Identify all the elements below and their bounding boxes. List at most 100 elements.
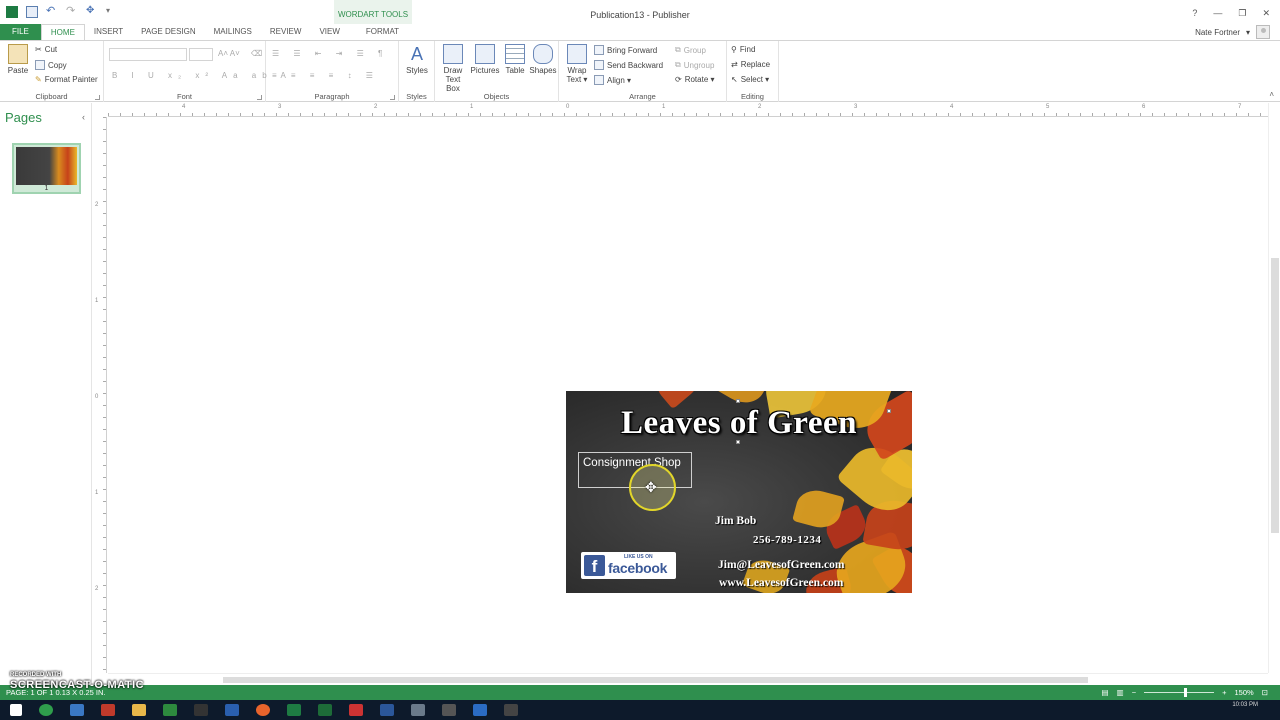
app-icon[interactable] xyxy=(411,704,425,716)
contact-name[interactable]: Jim Bob xyxy=(715,515,756,527)
app-icon[interactable] xyxy=(473,704,487,716)
restore-button[interactable]: ❐ xyxy=(1238,8,1246,19)
font-launcher-icon[interactable] xyxy=(257,95,262,100)
tab-view[interactable]: VIEW xyxy=(310,24,348,40)
send-backward-button[interactable]: Send Backward xyxy=(594,60,663,70)
business-card[interactable]: Leaves of Green Consignment Shop Jim Bob… xyxy=(566,391,912,593)
app-icon[interactable] xyxy=(442,704,456,716)
user-account[interactable]: Nate Fortner ▾ xyxy=(1195,24,1270,40)
font-style-buttons[interactable]: B I U x₂ x² Aa ab A xyxy=(112,71,292,80)
page-thumbnail[interactable]: 1 xyxy=(12,143,81,194)
vertical-scrollbar[interactable] xyxy=(1268,103,1280,673)
avatar[interactable] xyxy=(1256,25,1270,39)
app-icon[interactable] xyxy=(349,704,363,716)
replace-button[interactable]: ⇄ Replace xyxy=(731,60,770,69)
selection-handle[interactable] xyxy=(736,399,740,403)
tab-format[interactable]: FORMAT xyxy=(357,24,408,40)
ruler-tick xyxy=(144,113,145,116)
app-icon[interactable] xyxy=(101,704,115,716)
two-page-view-icon[interactable]: ▥ xyxy=(1117,688,1124,697)
editing-group: ⚲ Find ⇄ Replace ↖ Select ▾ Editing xyxy=(727,41,779,102)
ruler-tick xyxy=(132,113,133,116)
horizontal-scrollbar[interactable] xyxy=(108,673,1268,685)
start-icon[interactable] xyxy=(10,704,22,716)
arrange-group: Wrap Text ▾ Bring Forward Send Backward … xyxy=(559,41,727,102)
format-painter-label: Format Painter xyxy=(44,75,98,84)
paste-button[interactable]: Paste xyxy=(3,44,33,75)
tab-mailings[interactable]: MAILINGS xyxy=(205,24,261,40)
zoom-slider-knob[interactable] xyxy=(1184,688,1188,697)
zoom-out-button[interactable]: − xyxy=(1132,688,1136,697)
paragraph-label: Paragraph xyxy=(314,92,350,101)
tab-review[interactable]: REVIEW xyxy=(261,24,311,40)
app-icon[interactable] xyxy=(194,704,208,716)
horizontal-scroll-thumb[interactable] xyxy=(223,677,1088,683)
ruler-label: 2 xyxy=(374,104,378,110)
publisher-taskbar-icon[interactable] xyxy=(287,704,301,716)
vertical-scroll-thumb[interactable] xyxy=(1271,258,1279,533)
collapse-ribbon-icon[interactable]: ˄ xyxy=(1269,90,1274,99)
tab-page-design[interactable]: PAGE DESIGN xyxy=(132,24,205,40)
app-icon[interactable] xyxy=(318,704,332,716)
single-page-view-icon[interactable]: ▤ xyxy=(1102,688,1109,697)
ungroup-button[interactable]: ⧉ Ungroup xyxy=(675,60,714,70)
find-button[interactable]: ⚲ Find xyxy=(731,45,755,54)
ruler-tick xyxy=(180,113,181,116)
horizontal-ruler[interactable]: 4 3 2 1 0 1 2 3 4 5 6 7 xyxy=(108,103,1268,117)
ruler-tick xyxy=(720,113,721,116)
help-button[interactable]: ? xyxy=(1192,8,1197,19)
chrome-icon[interactable] xyxy=(39,704,53,716)
pictures-button[interactable]: Pictures xyxy=(470,44,500,75)
clipboard-launcher-icon[interactable] xyxy=(95,95,100,100)
tab-home[interactable]: HOME xyxy=(40,24,85,40)
folder-icon[interactable] xyxy=(132,704,146,716)
vertical-ruler[interactable]: 2 1 0 1 2 xyxy=(93,117,107,673)
font-name-box[interactable] xyxy=(109,48,187,61)
paragraph-launcher-icon[interactable] xyxy=(390,95,395,100)
group-button[interactable]: ⧉ Group xyxy=(675,45,706,55)
align-button[interactable]: Align ▾ xyxy=(594,75,631,85)
collapse-pane-icon[interactable]: ‹ xyxy=(82,112,85,122)
cut-button[interactable]: ✂ Cut xyxy=(35,45,57,54)
styles-button[interactable]: A Styles xyxy=(402,44,432,75)
rotate-button[interactable]: ⟳ Rotate ▾ xyxy=(675,75,715,84)
tab-insert[interactable]: INSERT xyxy=(85,24,132,40)
selection-handle[interactable] xyxy=(887,409,891,413)
format-painter-button[interactable]: ✎ Format Painter xyxy=(35,75,98,84)
ruler-tick xyxy=(204,113,205,116)
app-icon[interactable] xyxy=(504,704,518,716)
draw-text-box-button[interactable]: Draw Text Box xyxy=(438,44,468,93)
table-button[interactable]: Table xyxy=(500,44,530,75)
list-buttons[interactable]: ☰ ☰ ⇤ ⇥ ☰ ¶ xyxy=(272,49,388,58)
clear-format-icon[interactable]: ⌫ xyxy=(251,49,262,58)
bring-forward-button[interactable]: Bring Forward xyxy=(594,45,657,55)
facebook-badge[interactable]: f LIKE US ON facebook xyxy=(581,552,676,579)
zoom-slider[interactable] xyxy=(1144,688,1215,697)
app-icon[interactable] xyxy=(225,704,239,716)
minimize-button[interactable]: — xyxy=(1213,8,1222,19)
shapes-button[interactable]: Shapes xyxy=(528,44,558,75)
binoculars-icon: ⚲ xyxy=(731,45,737,54)
close-button[interactable]: ✕ xyxy=(1262,8,1270,19)
wordart-title[interactable]: Leaves of Green xyxy=(566,405,912,442)
fit-page-icon[interactable]: ⊡ xyxy=(1262,688,1268,697)
selection-handle[interactable] xyxy=(736,440,740,444)
zoom-level[interactable]: 150% xyxy=(1235,688,1254,697)
contact-email[interactable]: Jim@LeavesofGreen.com xyxy=(718,559,844,571)
ruler-tick xyxy=(696,113,697,116)
alignment-buttons[interactable]: ≡ ≡ ≡ ≡ ↕ ☰ xyxy=(272,71,379,80)
copy-button[interactable]: Copy xyxy=(35,60,67,70)
firefox-icon[interactable] xyxy=(256,704,270,716)
contact-phone[interactable]: 256-789-1234 xyxy=(753,534,821,546)
font-size-box[interactable] xyxy=(189,48,213,61)
wrap-text-button[interactable]: Wrap Text ▾ xyxy=(562,44,592,84)
contact-website[interactable]: www.LeavesofGreen.com xyxy=(719,577,843,589)
app-icon[interactable] xyxy=(163,704,177,716)
grow-font-button[interactable]: A˄ A˅ xyxy=(218,49,240,58)
app-icon[interactable] xyxy=(380,704,394,716)
zoom-in-button[interactable]: + xyxy=(1222,688,1226,697)
app-icon[interactable] xyxy=(70,704,84,716)
tab-file[interactable]: FILE xyxy=(0,24,41,40)
select-button[interactable]: ↖ Select ▾ xyxy=(731,75,769,84)
ruler-tick xyxy=(1068,113,1069,116)
